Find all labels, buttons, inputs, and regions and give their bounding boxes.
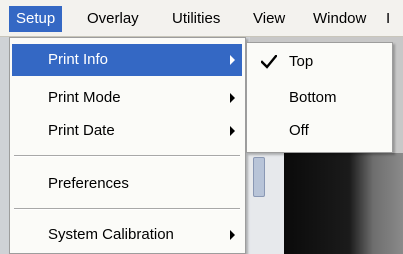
scroll-track[interactable]	[246, 153, 284, 254]
menu-item-print-date[interactable]: Print Date	[12, 115, 242, 147]
menu-view[interactable]: View	[246, 6, 292, 32]
menu-item-system-calibration[interactable]: System Calibration	[12, 219, 242, 251]
menu-item-preferences[interactable]: Preferences	[12, 168, 242, 200]
submenu-item-label: Off	[289, 122, 309, 139]
menu-window[interactable]: Window	[306, 6, 373, 32]
submenu-item-label: Top	[289, 53, 314, 70]
submenu-arrow-icon	[230, 93, 235, 103]
submenu-arrow-icon	[230, 126, 235, 136]
submenu-item-top[interactable]: Top	[249, 46, 390, 78]
menu-utilities[interactable]: Utilities	[165, 6, 227, 32]
image-viewport	[284, 153, 403, 254]
submenu-item-label: Bottom	[289, 89, 337, 106]
menu-item-label: Preferences	[48, 175, 129, 192]
menu-item-print-info[interactable]: Print Info	[12, 44, 242, 76]
scroll-thumb[interactable]	[253, 157, 265, 197]
menu-truncated[interactable]: I	[386, 6, 403, 32]
menu-separator	[14, 208, 240, 210]
setup-dropdown-menu: Print Info Print Mode Print Date Prefere…	[9, 37, 246, 254]
menu-item-label: Print Date	[48, 122, 115, 139]
menu-item-label: System Calibration	[48, 226, 174, 243]
print-info-submenu: Top Bottom Off	[246, 42, 393, 153]
submenu-arrow-icon	[230, 230, 235, 240]
checkmark-icon	[261, 55, 277, 69]
submenu-item-off[interactable]: Off	[249, 115, 390, 147]
menu-separator	[14, 155, 240, 157]
menu-item-print-mode[interactable]: Print Mode	[12, 82, 242, 114]
submenu-arrow-icon	[230, 55, 235, 65]
menu-overlay[interactable]: Overlay	[80, 6, 146, 32]
menu-setup[interactable]: Setup	[9, 6, 63, 32]
menu-item-label: Print Mode	[48, 89, 121, 106]
submenu-item-bottom[interactable]: Bottom	[249, 82, 390, 114]
menu-item-label: Print Info	[48, 51, 109, 68]
menu-bar: Setup Overlay Utilities View Window I	[0, 0, 403, 37]
